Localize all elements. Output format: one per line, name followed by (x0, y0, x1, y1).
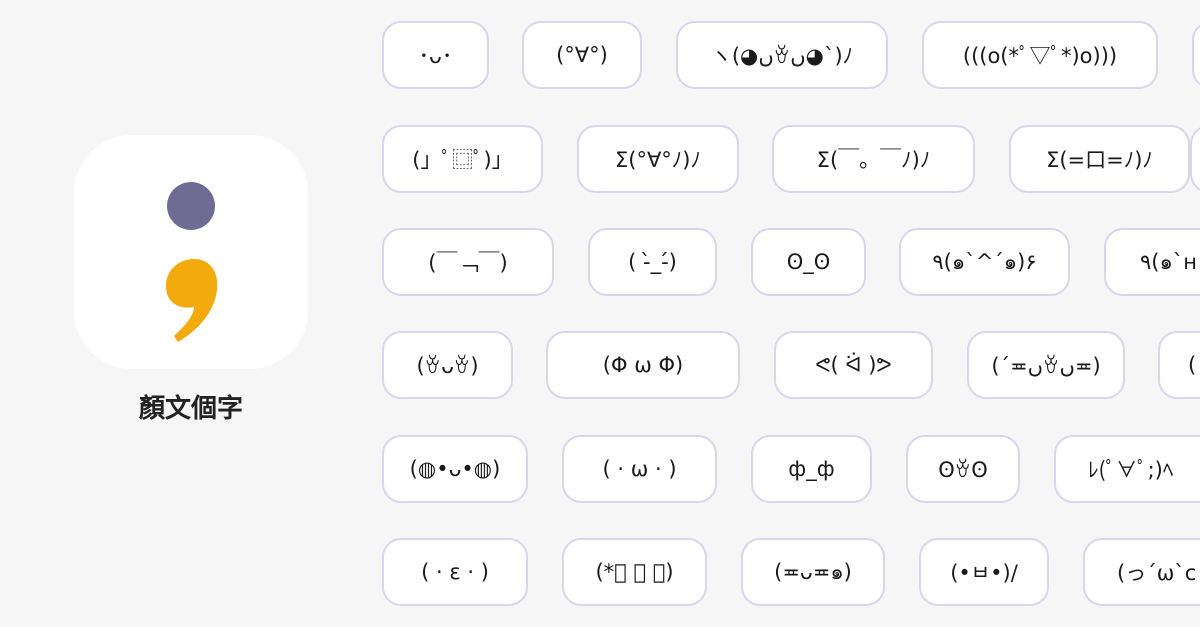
kaomoji-chip[interactable]: (◍•ᴗ•◍) (382, 435, 528, 503)
kaomoji-chip[interactable]: ٩(๑`ʜ (1104, 228, 1200, 296)
kaomoji-chip[interactable]: (っ´ω`c (1083, 538, 1200, 606)
kaomoji-grid: ･ᴗ･ (°∀°) ヽ(◕ںꈊں◕`)ﾉ (((o(*ﾟ▽ﾟ*)o))) (」ﾟ… (0, 0, 1200, 627)
kaomoji-chip[interactable] (1190, 125, 1200, 193)
kaomoji-chip[interactable]: ф_ф (751, 435, 872, 503)
kaomoji-chip[interactable]: ᕙ( ᐛ )ᕗ (774, 331, 933, 399)
kaomoji-chip[interactable]: (≖ᴗ≖๑) (741, 538, 885, 606)
kaomoji-chip[interactable]: Σ(￣。￣ﾉ)ﾉ (772, 125, 975, 193)
kaomoji-chip[interactable] (1192, 21, 1200, 89)
kaomoji-chip[interactable]: Σ(°∀°ﾉ)ﾉ (577, 125, 739, 193)
kaomoji-chip[interactable]: Σ(=口=ﾉ)ﾉ (1009, 125, 1190, 193)
kaomoji-chip[interactable]: (•ㅂ•)/ (919, 538, 1049, 606)
kaomoji-chip[interactable]: (((o(*ﾟ▽ﾟ*)o))) (922, 21, 1158, 89)
kaomoji-chip[interactable]: ( · ω · ) (562, 435, 717, 503)
kaomoji-chip[interactable]: (」ﾟ⿴ﾟ)」 (382, 125, 543, 193)
kaomoji-chip[interactable]: ʘ_ʘ (751, 228, 866, 296)
kaomoji-chip[interactable]: ﾚ(ﾟ∀ﾟ;)ﾍ (1054, 435, 1200, 503)
kaomoji-chip[interactable]: (Φ ω Φ) (546, 331, 740, 399)
kaomoji-chip[interactable]: (°∀°) (522, 21, 642, 89)
kaomoji-chip[interactable]: ʘꈊʘ (906, 435, 1020, 503)
kaomoji-chip[interactable]: ヽ(◕ںꈊں◕`)ﾉ (676, 21, 888, 89)
kaomoji-chip[interactable]: (￣﹁￣) (382, 228, 554, 296)
kaomoji-chip[interactable]: ٩(๑`^´๑)۶ (899, 228, 1070, 296)
kaomoji-chip[interactable]: ･ᴗ･ (382, 21, 489, 89)
kaomoji-chip[interactable]: ( (1158, 331, 1200, 399)
kaomoji-chip[interactable]: (*ﾟ ー ﾟ) (562, 538, 707, 606)
kaomoji-chip[interactable]: ( · ε · ) (382, 538, 528, 606)
kaomoji-chip[interactable]: ( -̀_-́) (588, 228, 717, 296)
kaomoji-chip[interactable]: (´≖ںꈊں≖) (967, 331, 1125, 399)
kaomoji-chip[interactable]: (ꈊᴗꈊ) (382, 331, 513, 399)
